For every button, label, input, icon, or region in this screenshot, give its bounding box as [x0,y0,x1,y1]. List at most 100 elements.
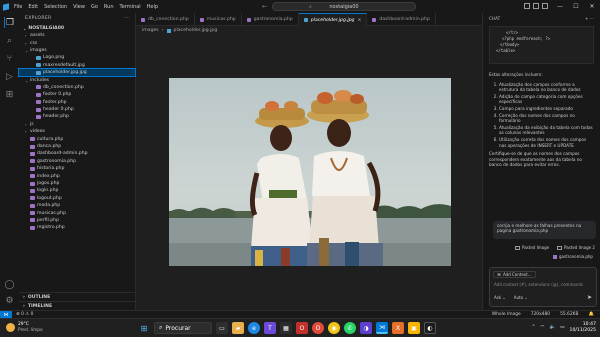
context-file[interactable]: gastronomia.php [553,254,593,259]
file-item[interactable]: registro.php [19,224,135,231]
file-explorer-icon[interactable]: ▰ [232,322,244,334]
file-item[interactable]: index.php [19,172,135,179]
file-item[interactable]: moda.php [19,202,135,209]
file-item[interactable]: jogos.php [19,180,135,187]
zoom-mode[interactable]: Whole Image [492,312,521,317]
timeline-label: TIMELINE [27,303,53,309]
timeline-section[interactable]: › TIMELINE [19,301,136,310]
windows-start-icon[interactable]: ⊞ [138,322,150,334]
folder-item[interactable]: › css [19,39,135,46]
explorer-icon[interactable]: ❐ [4,17,15,28]
run-debug-icon[interactable]: ▷ [4,71,15,82]
breadcrumb-file[interactable]: placeholder.jpg.jpg [174,28,218,33]
bell-icon[interactable]: 🔔 [589,312,594,317]
folder-item[interactable]: › videos [19,128,135,135]
menu-help[interactable]: Help [147,4,158,10]
back-arrow-icon[interactable]: ← [262,3,267,10]
changes-list: Atualização dos campos conforme a estrut… [483,82,600,149]
send-icon[interactable]: ➤ [587,294,592,301]
folder-item[interactable]: › js [19,121,135,128]
maximize-icon[interactable]: ☐ [568,0,584,13]
menu-go[interactable]: Go [91,4,98,10]
extensions-icon[interactable]: ⊞ [4,89,15,100]
tab-gastronomia[interactable]: gastronomia.php [242,13,299,26]
folder-item[interactable]: ⌄ includes [19,76,135,83]
search-icon[interactable]: ⌕ [4,35,15,46]
chevron-up-icon[interactable]: ⌃ [532,325,536,330]
more-actions-icon[interactable]: ··· [124,16,129,21]
file-item[interactable]: footer 0.php [19,91,135,98]
store-icon[interactable]: ▦ [280,322,292,334]
toggle-sidebar-icon[interactable] [524,3,530,9]
outline-section[interactable]: › OUTLINE [19,292,136,301]
file-item[interactable]: Logo.png [19,54,135,61]
problems-indicator[interactable]: ⊗ 0 ⚠ 0 [16,312,33,317]
file-item[interactable]: gastronomia.php [19,158,135,165]
source-control-icon[interactable]: ⑂ [4,53,15,64]
clock[interactable]: 10:47 10/11/2025 [570,322,596,333]
task-view-icon[interactable]: ▭ [216,322,228,334]
menu-file[interactable]: File [14,4,22,10]
model-select[interactable]: Auto ⌄ [514,295,528,300]
file-item[interactable]: perfil.php [19,217,135,224]
volume-icon[interactable]: 🔈 [549,325,555,330]
tree-item-label: js [30,121,34,127]
battery-icon[interactable]: ▭ [560,325,564,330]
project-root[interactable]: ⌄ NOSTALGIA00 [19,24,135,32]
folder-item[interactable]: › assets [19,32,135,39]
close-icon[interactable]: ✕ [584,0,600,13]
photos-icon[interactable]: ▣ [408,322,420,334]
tab-musicas[interactable]: musicas.php [195,13,242,26]
add-context-button[interactable]: ⌘ Add Context... [493,271,536,278]
toggle-secondary-sidebar-icon[interactable] [542,3,548,9]
office-icon[interactable]: O [296,322,308,334]
edge-icon[interactable]: e [248,322,260,334]
menu-selection[interactable]: Selection [44,4,67,10]
mode-select[interactable]: Ask ⌄ [494,295,506,300]
whatsapp-icon[interactable]: ✆ [344,322,356,334]
file-item[interactable]: danca.php [19,143,135,150]
file-item[interactable]: logout.php [19,195,135,202]
weather-widget[interactable]: 29°C Pred. limpo [6,322,43,333]
pasted-image-attachment-2[interactable]: Pasted Image 2 [557,245,595,250]
xampp-icon[interactable]: X [392,322,404,334]
file-item[interactable]: login.php [19,187,135,194]
explorer-sidebar: EXPLORER ··· ⌄ NOSTALGIA00 › assets › css ⌄ i… [18,13,136,310]
file-item[interactable]: footer.php [19,99,135,106]
file-item[interactable]: placeholder.jpg.jpg [18,67,136,78]
teams-icon[interactable]: T [264,322,276,334]
toggle-panel-icon[interactable] [533,3,539,9]
menu-run[interactable]: Run [104,4,114,10]
file-item[interactable]: db_conection.php [19,84,135,91]
discord-icon[interactable]: ◑ [360,322,372,334]
tab-db-conection[interactable]: db_conection.php [136,13,195,26]
file-item[interactable]: musicas.php [19,209,135,216]
file-item[interactable]: historia.php [19,165,135,172]
tab-placeholder-image[interactable]: placeholder.jpg.jpg × [298,13,368,26]
breadcrumb-folder[interactable]: images [142,28,159,33]
wifi-icon[interactable]: ◠ [540,325,544,330]
opera-icon[interactable]: O [312,322,324,334]
menu-view[interactable]: View [73,4,85,10]
pasted-image-attachment[interactable]: Pasted Image [515,245,549,250]
file-item[interactable]: maxresdefault.jpg [19,62,135,69]
github-icon[interactable]: ◐ [424,322,436,334]
command-center[interactable]: ⌕ nostalgia00 [272,2,416,11]
file-item[interactable]: header 0.php [19,106,135,113]
gear-icon[interactable]: ⚙ [4,295,15,306]
menu-edit[interactable]: Edit [28,4,38,10]
vscode-taskbar-icon[interactable]: ⋊ [376,322,388,334]
file-item[interactable]: header.php [19,113,135,120]
tab-dashboard-admin[interactable]: dashboard-admin.php [367,13,436,26]
file-item[interactable]: cultura.php [19,135,135,142]
folder-item[interactable]: ⌄ images [19,47,135,54]
menu-terminal[interactable]: Terminal [120,4,141,10]
chat-actions-icon[interactable]: + ⋯ [585,16,594,21]
taskbar-search[interactable]: ⌕ Procurar [154,322,212,334]
account-icon[interactable]: ◯ [4,279,15,290]
minimize-icon[interactable]: — [552,0,568,13]
file-item[interactable]: dashboard-admin.php [19,150,135,157]
chat-input[interactable]: ⌘ Add Context... Add context (#), extens… [489,267,597,307]
chrome-icon[interactable]: ◉ [328,322,340,334]
close-tab-icon[interactable]: × [357,18,361,23]
